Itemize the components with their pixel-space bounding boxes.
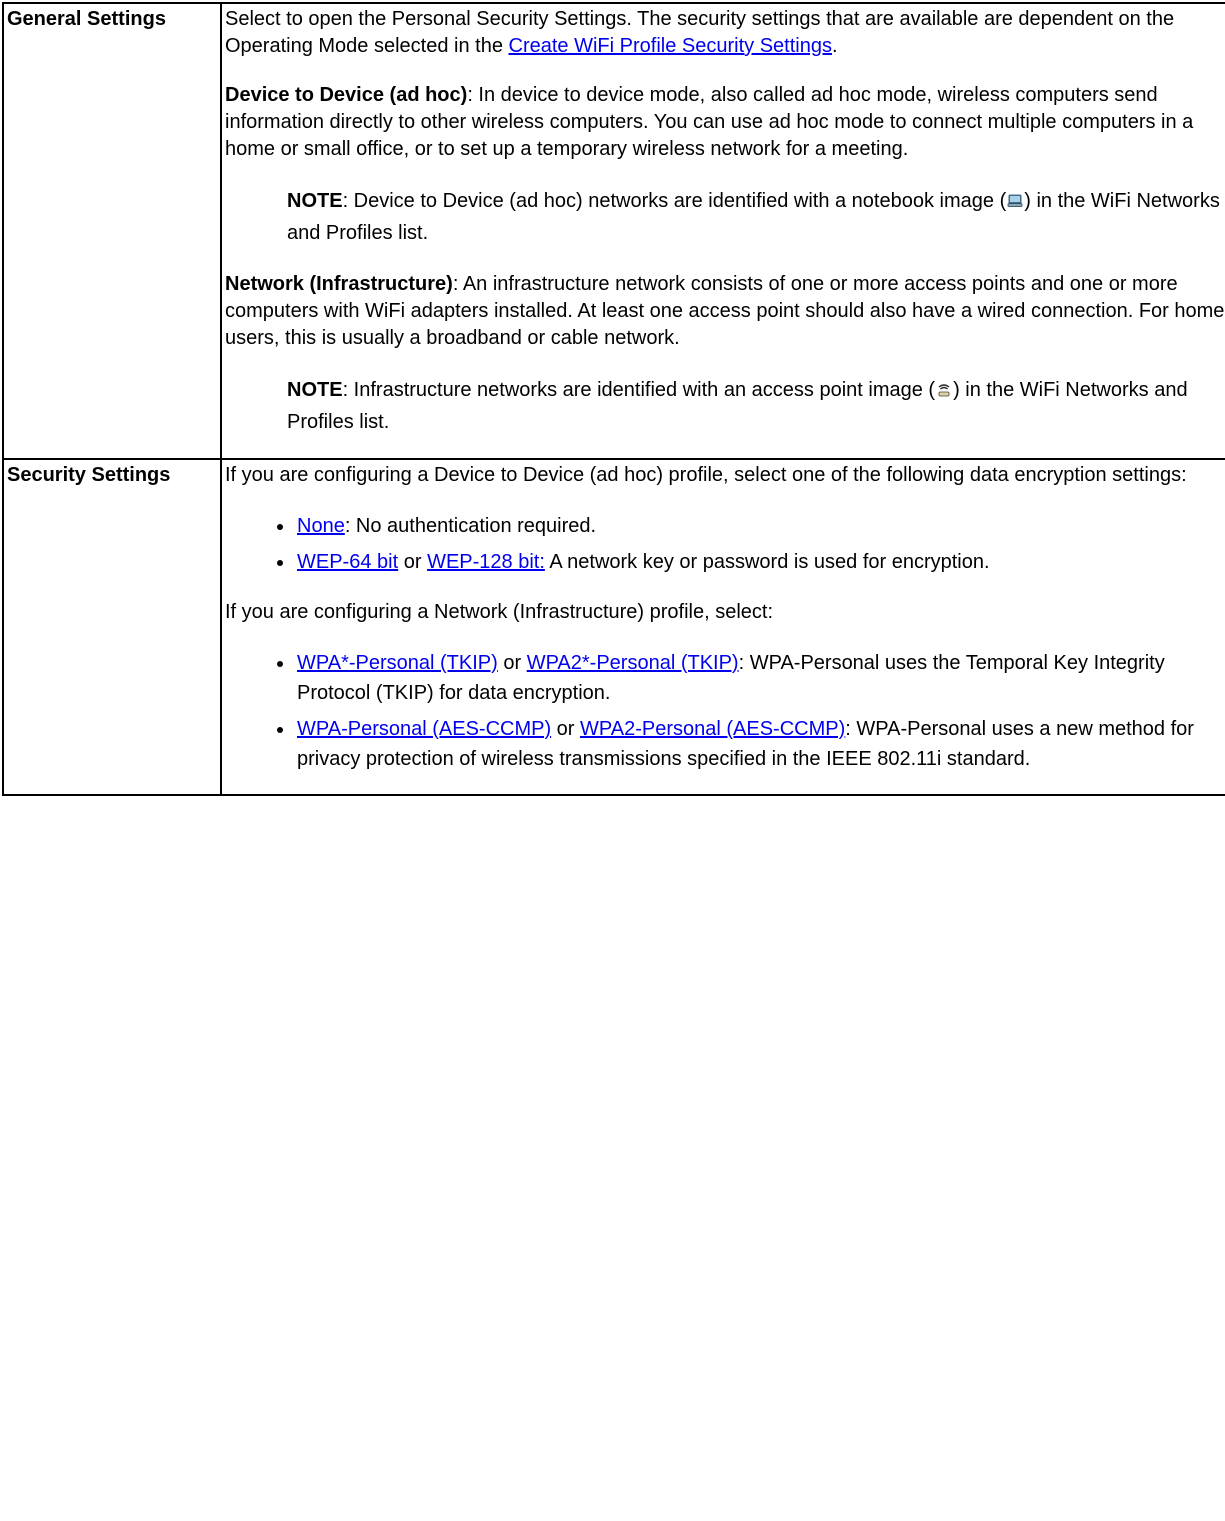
access-point-icon xyxy=(935,381,953,399)
infra-note-pre: : Infrastructure networks are identified… xyxy=(343,379,936,401)
opt-or-3: or xyxy=(551,718,580,740)
opt-or-2: or xyxy=(498,652,527,674)
row-security-settings: Security Settings If you are configuring… xyxy=(3,459,1225,795)
link-none[interactable]: None xyxy=(297,515,345,537)
adhoc-options-list: None: No authentication required. WEP-64… xyxy=(225,511,1225,577)
link-wep-128[interactable]: WEP-128 bit: xyxy=(427,551,545,573)
note-label-infra: NOTE xyxy=(287,379,343,401)
security-adhoc-intro: If you are configuring a Device to Devic… xyxy=(225,462,1225,489)
opt-tkip: WPA*-Personal (TKIP) or WPA2*-Personal (… xyxy=(295,648,1225,708)
opt-wep: WEP-64 bit or WEP-128 bit: A network key… xyxy=(295,547,1225,577)
opt-none-desc: : No authentication required. xyxy=(345,515,596,537)
link-wep-64[interactable]: WEP-64 bit xyxy=(297,551,398,573)
security-settings-label: Security Settings xyxy=(3,459,221,795)
settings-table: General Settings Select to open the Pers… xyxy=(2,2,1225,796)
security-infra-intro: If you are configuring a Network (Infras… xyxy=(225,599,1225,626)
link-wpa-personal-tkip[interactable]: WPA*-Personal (TKIP) xyxy=(297,652,498,674)
opt-wep-desc: A network key or password is used for en… xyxy=(545,551,990,573)
adhoc-note-pre: : Device to Device (ad hoc) networks are… xyxy=(343,190,1007,212)
row-general-settings: General Settings Select to open the Pers… xyxy=(3,3,1225,459)
link-create-wifi-profile-security-settings[interactable]: Create WiFi Profile Security Settings xyxy=(509,35,832,57)
opt-aes: WPA-Personal (AES-CCMP) or WPA2-Personal… xyxy=(295,714,1225,774)
infra-options-list: WPA*-Personal (TKIP) or WPA2*-Personal (… xyxy=(225,648,1225,774)
notebook-icon xyxy=(1006,192,1024,210)
general-intro-post: . xyxy=(832,35,838,57)
note-label-adhoc: NOTE xyxy=(287,190,343,212)
general-intro: Select to open the Personal Security Set… xyxy=(225,6,1225,60)
link-wpa-personal-aes-ccmp[interactable]: WPA-Personal (AES-CCMP) xyxy=(297,718,551,740)
document-page: General Settings Select to open the Pers… xyxy=(0,0,1225,1521)
link-wpa2-personal-aes-ccmp[interactable]: WPA2-Personal (AES-CCMP) xyxy=(580,718,845,740)
adhoc-note: NOTE: Device to Device (ad hoc) networks… xyxy=(225,185,1225,249)
infra-note: NOTE: Infrastructure networks are identi… xyxy=(225,374,1225,438)
infra-paragraph: Network (Infrastructure): An infrastruct… xyxy=(225,271,1225,352)
adhoc-term: Device to Device (ad hoc) xyxy=(225,84,467,106)
general-settings-label: General Settings xyxy=(3,3,221,459)
opt-or-1: or xyxy=(398,551,427,573)
infra-term: Network (Infrastructure) xyxy=(225,273,453,295)
link-wpa2-personal-tkip[interactable]: WPA2*-Personal (TKIP) xyxy=(527,652,739,674)
opt-none: None: No authentication required. xyxy=(295,511,1225,541)
security-settings-desc: If you are configuring a Device to Devic… xyxy=(221,459,1225,795)
adhoc-paragraph: Device to Device (ad hoc): In device to … xyxy=(225,82,1225,163)
general-settings-desc: Select to open the Personal Security Set… xyxy=(221,3,1225,459)
